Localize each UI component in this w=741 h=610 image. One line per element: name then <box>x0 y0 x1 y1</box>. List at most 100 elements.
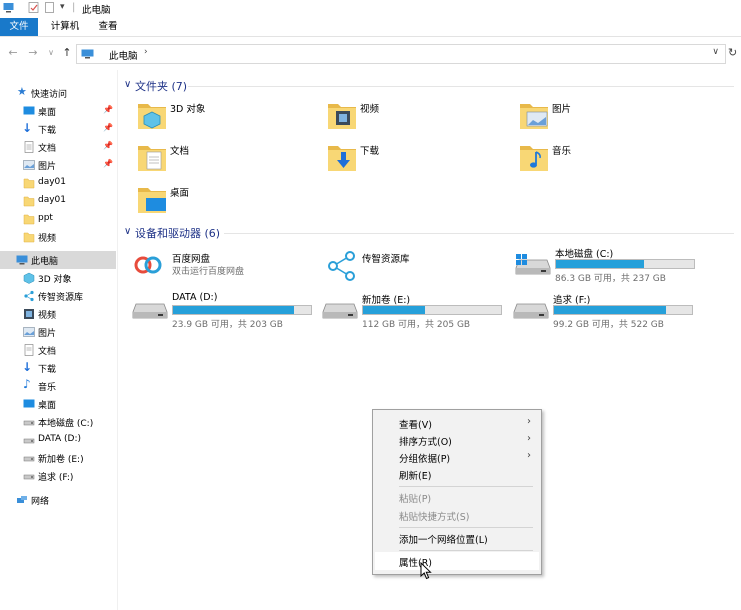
device-drive-c[interactable]: 本地磁盘 (C:) 86.3 GB 可用，共 237 GB <box>515 246 705 286</box>
sidebar-item-label: day01 <box>38 177 67 187</box>
menu-item-add-network-location[interactable]: 添加一个网络位置(L) <box>375 529 539 547</box>
forward-arrow-icon[interactable]: → <box>26 46 40 60</box>
navigation-pane: ★ 快速访问 桌面 📌 ↓ 下载 📌 文档 📌 图片 📌 day01 day01… <box>0 70 118 610</box>
folder-label: 桌面 <box>170 188 190 199</box>
breadcrumb-chevron-icon[interactable]: › <box>144 47 148 57</box>
sidebar-item-network[interactable]: 网络 <box>0 491 116 509</box>
download-arrow-icon: ↓ <box>22 121 33 135</box>
device-chuanzhi[interactable]: 传智资源库 <box>326 251 516 291</box>
window-title: 此电脑 <box>82 5 111 16</box>
recent-locations-icon[interactable]: ∨ <box>44 46 58 60</box>
up-arrow-icon[interactable]: ↑ <box>60 46 74 60</box>
refresh-icon[interactable]: ↻ <box>728 46 737 59</box>
pictures-icon <box>23 160 35 170</box>
sidebar-item-downloads-pc[interactable]: ↓ 下载 <box>0 359 116 377</box>
drive-usage-fill <box>554 306 666 314</box>
folder-music[interactable]: 音乐 <box>518 140 698 178</box>
device-drive-d[interactable]: DATA (D:) 23.9 GB 可用，共 203 GB <box>132 292 322 332</box>
drive-icon <box>132 298 168 322</box>
device-baidu[interactable]: 百度网盘 双击运行百度网盘 <box>132 251 322 291</box>
folder-pictures[interactable]: 图片 <box>518 98 698 136</box>
menu-item-view[interactable]: 查看(V) › <box>375 414 539 432</box>
sidebar-item-3d-objects[interactable]: 3D 对象 <box>0 269 116 287</box>
sidebar-item-chuanzhi[interactable]: 传智资源库 <box>0 287 116 305</box>
pin-icon: 📌 <box>103 105 113 114</box>
sidebar-item-day01-2[interactable]: day01 <box>0 192 116 210</box>
menu-item-label: 刷新(E) <box>399 471 432 482</box>
sidebar-item-drive-d[interactable]: DATA (D:) <box>0 431 116 449</box>
menu-separator <box>399 550 533 551</box>
drive-icon <box>23 470 35 482</box>
drive-icon <box>513 298 549 322</box>
sidebar-item-drive-c[interactable]: 本地磁盘 (C:) <box>0 413 116 431</box>
quick-access-dropdown-icon[interactable]: ▾ <box>60 2 65 12</box>
download-arrow-icon: ↓ <box>22 360 33 374</box>
sidebar-item-videos-quick[interactable]: 视频 <box>0 228 116 246</box>
folder-videos-icon <box>326 98 358 132</box>
sidebar-item-quick-access[interactable]: ★ 快速访问 <box>0 84 116 102</box>
sidebar-item-drive-e[interactable]: 新加卷 (E:) <box>0 449 116 467</box>
properties-icon[interactable] <box>28 2 39 13</box>
menu-item-sort[interactable]: 排序方式(O) › <box>375 431 539 449</box>
menu-separator <box>399 527 533 528</box>
sidebar-item-this-pc[interactable]: 此电脑 <box>0 251 116 269</box>
device-drive-e[interactable]: 新加卷 (E:) 112 GB 可用，共 205 GB <box>322 292 512 332</box>
collapse-chevron-icon[interactable]: ∨ <box>124 79 131 90</box>
tab-computer[interactable]: 计算机 <box>42 18 88 36</box>
folder-3d-objects[interactable]: 3D 对象 <box>136 98 316 136</box>
folder-label: 图片 <box>552 104 572 115</box>
menu-item-group-by[interactable]: 分组依据(P) › <box>375 448 539 466</box>
menu-item-properties[interactable]: 属性(R) <box>375 552 539 570</box>
drive-free-space: 23.9 GB 可用，共 203 GB <box>172 320 283 330</box>
sidebar-item-music[interactable]: ♪ 音乐 <box>0 377 116 395</box>
menu-item-refresh[interactable]: 刷新(E) <box>375 465 539 483</box>
desktop-icon <box>23 399 35 408</box>
sidebar-item-label: 图片 <box>38 162 57 172</box>
sidebar-item-downloads[interactable]: ↓ 下载 📌 <box>0 120 116 138</box>
address-dropdown-icon[interactable]: ∨ <box>712 47 719 57</box>
sidebar-item-documents[interactable]: 文档 📌 <box>0 138 116 156</box>
address-bar[interactable]: 此电脑 › ∨ <box>76 44 726 64</box>
navigation-bar: ← → ∨ ↑ 此电脑 › ∨ ↻ <box>0 43 741 65</box>
sidebar-item-ppt[interactable]: ppt <box>0 210 116 228</box>
sidebar-item-pictures-pc[interactable]: 图片 <box>0 323 116 341</box>
sidebar-item-documents-pc[interactable]: 文档 <box>0 341 116 359</box>
address-path: 此电脑 <box>109 51 138 62</box>
sidebar-item-label: 3D 对象 <box>38 275 72 285</box>
submenu-arrow-icon: › <box>527 450 531 461</box>
folder-documents[interactable]: 文档 <box>136 140 316 178</box>
sidebar-item-desktop-pc[interactable]: 桌面 <box>0 395 116 413</box>
device-drive-f[interactable]: 追求 (F:) 99.2 GB 可用，共 522 GB <box>513 292 703 332</box>
windows-drive-icon <box>515 254 551 278</box>
sidebar-item-drive-f[interactable]: 追求 (F:) <box>0 467 116 485</box>
drive-usage-fill <box>363 306 426 314</box>
device-name: 本地磁盘 (C:) <box>555 249 614 260</box>
ribbon: 文件 计算机 查看 <box>0 18 741 37</box>
title-separator: | <box>72 2 76 13</box>
sidebar-item-label: 视频 <box>38 311 57 321</box>
back-arrow-icon[interactable]: ← <box>6 46 20 60</box>
folder-videos[interactable]: 视频 <box>326 98 506 136</box>
drive-usage-bar <box>362 305 502 315</box>
sidebar-item-label: 文档 <box>38 144 57 154</box>
collapse-chevron-icon[interactable]: ∨ <box>124 226 131 237</box>
tab-view[interactable]: 查看 <box>90 18 126 36</box>
menu-item-label: 分组依据(P) <box>399 454 451 465</box>
device-description: 双击运行百度网盘 <box>172 267 245 277</box>
tab-file[interactable]: 文件 <box>0 18 38 36</box>
sidebar-item-videos[interactable]: 视频 <box>0 305 116 323</box>
mouse-cursor-icon <box>420 562 432 580</box>
baidu-netdisk-icon <box>134 256 162 274</box>
folder-desktop[interactable]: 桌面 <box>136 182 316 220</box>
sidebar-item-label: 传智资源库 <box>38 293 84 303</box>
folder-label: 音乐 <box>552 146 572 157</box>
folder-downloads[interactable]: 下载 <box>326 140 506 178</box>
group-header-devices[interactable]: ∨ 设备和驱动器 (6) <box>124 225 734 241</box>
sidebar-item-pictures[interactable]: 图片 📌 <box>0 156 116 174</box>
share-icon <box>24 290 34 302</box>
film-icon <box>24 309 34 319</box>
sidebar-item-desktop[interactable]: 桌面 📌 <box>0 102 116 120</box>
group-header-folders[interactable]: ∨ 文件夹 (7) <box>124 78 734 94</box>
new-folder-icon[interactable] <box>44 2 55 13</box>
sidebar-item-day01[interactable]: day01 <box>0 174 116 192</box>
